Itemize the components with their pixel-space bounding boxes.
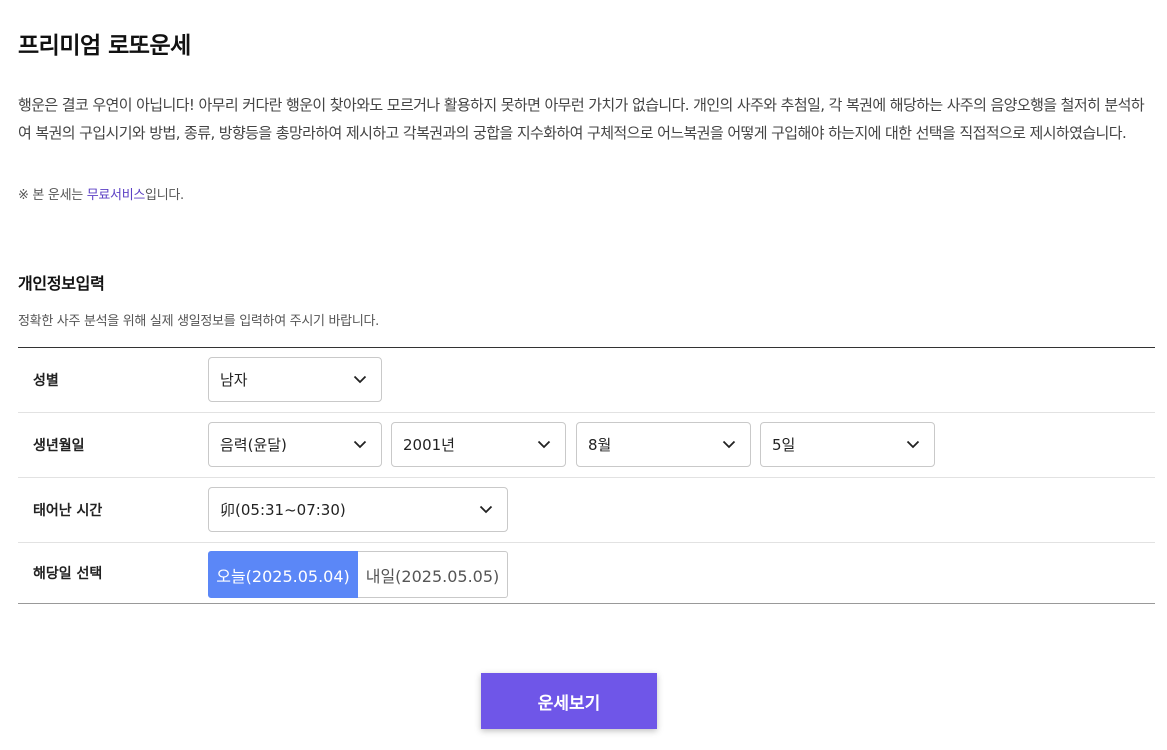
birth-month-select[interactable]: 8월 bbox=[576, 422, 751, 467]
birth-day-select[interactable]: 5일 bbox=[760, 422, 935, 467]
section-subtitle: 정확한 사주 분석을 위해 실제 생일정보를 입력하여 주시기 바랍니다. bbox=[18, 314, 379, 329]
notice-suffix: 입니다. bbox=[145, 188, 184, 203]
chevron-down-icon bbox=[722, 440, 736, 448]
chevron-down-icon bbox=[906, 440, 920, 448]
chevron-down-icon bbox=[537, 440, 551, 448]
date-select-label: 해당일 선택 bbox=[33, 566, 103, 582]
birth-time-select[interactable]: 卯(05:31~07:30) bbox=[208, 487, 508, 532]
page-description: 행운은 결코 우연이 아닙니다! 아무리 커다란 행운이 찾아와도 모르거나 활… bbox=[18, 96, 1145, 142]
birth-time-row: 태어난 시간 卯(05:31~07:30) bbox=[18, 478, 1155, 543]
chevron-down-icon bbox=[353, 440, 367, 448]
date-select-row: 해당일 선택 오늘(2025.05.04) 내일(2025.05.05) bbox=[18, 543, 1155, 603]
gender-label: 성별 bbox=[33, 373, 59, 389]
calendar-type-select[interactable]: 음력(윤달) bbox=[208, 422, 382, 467]
gender-select-value: 남자 bbox=[220, 371, 248, 389]
birth-year-value: 2001년 bbox=[403, 436, 455, 454]
chevron-down-icon bbox=[353, 375, 367, 383]
birth-time-value: 卯(05:31~07:30) bbox=[220, 501, 346, 519]
today-toggle-button[interactable]: 오늘(2025.05.04) bbox=[208, 551, 358, 598]
page-title: 프리미엄 로또운세 bbox=[18, 33, 191, 59]
birth-day-value: 5일 bbox=[772, 436, 796, 454]
free-service-notice: ※ 본 운세는 무료서비스입니다. bbox=[18, 184, 184, 203]
birthdate-label: 생년월일 bbox=[33, 438, 85, 454]
notice-prefix: ※ 본 운세는 bbox=[18, 188, 87, 203]
birthdate-row: 생년월일 음력(윤달) 2001년 8월 5일 bbox=[18, 413, 1155, 478]
chevron-down-icon bbox=[479, 505, 493, 513]
gender-row: 성별 남자 bbox=[18, 348, 1155, 413]
view-fortune-button[interactable]: 운세보기 bbox=[481, 673, 657, 729]
gender-select[interactable]: 남자 bbox=[208, 357, 382, 402]
section-title: 개인정보입력 bbox=[18, 274, 105, 293]
calendar-type-value: 음력(윤달) bbox=[220, 436, 287, 454]
birth-time-label: 태어난 시간 bbox=[33, 503, 103, 519]
birth-month-value: 8월 bbox=[588, 436, 612, 454]
notice-highlight: 무료서비스 bbox=[86, 188, 146, 203]
personal-info-form: 성별 남자 생년월일 음력(윤달) 2001년 8월 5일 태어난 시간 卯(0… bbox=[18, 347, 1155, 604]
tomorrow-toggle-button[interactable]: 내일(2025.05.05) bbox=[358, 551, 508, 598]
birth-year-select[interactable]: 2001년 bbox=[391, 422, 566, 467]
